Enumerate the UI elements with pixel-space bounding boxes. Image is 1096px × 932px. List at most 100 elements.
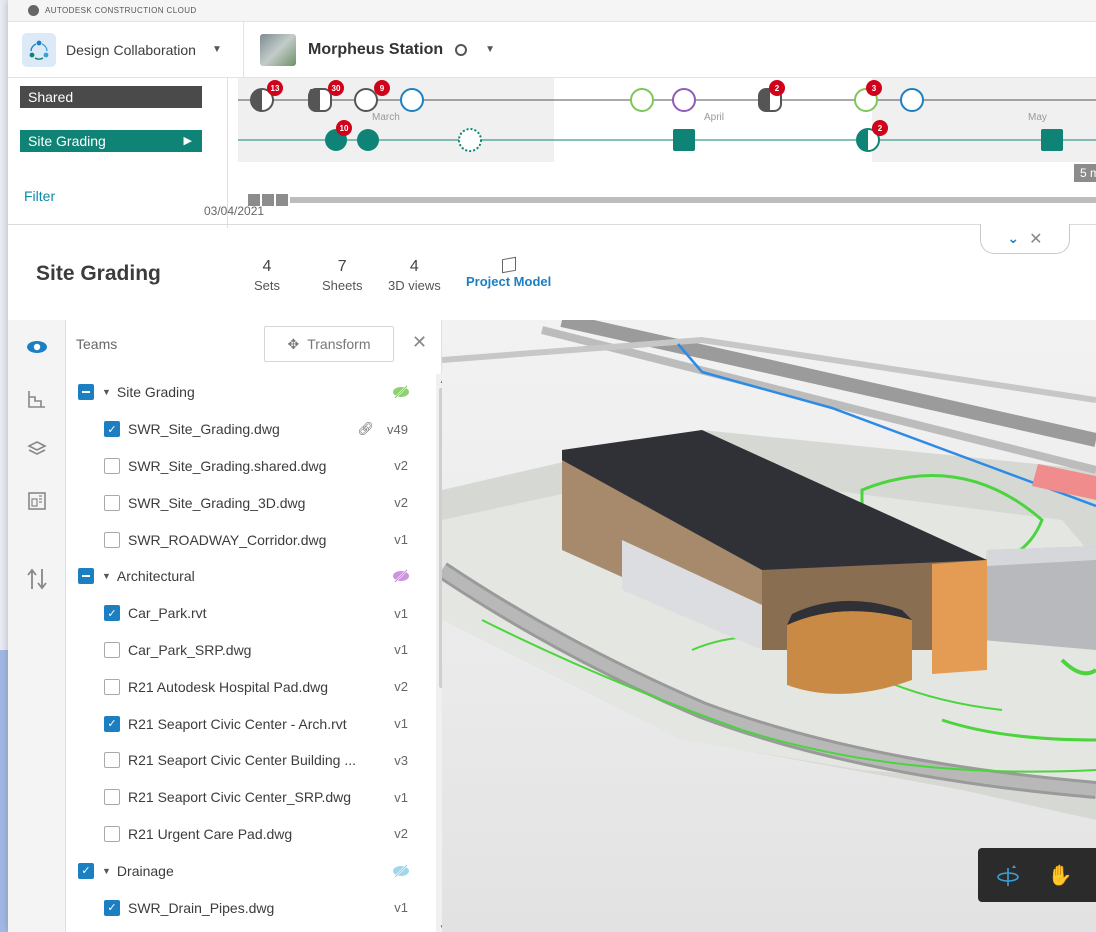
pause-button[interactable] [276,194,288,206]
group-name: Drainage [116,862,174,879]
shared-package-marker[interactable] [354,88,378,112]
project-name: Morpheus Station [308,40,444,58]
notification-badge: 13 [267,80,283,96]
visibility-off-icon[interactable] [392,567,410,585]
project-selector[interactable]: Morpheus Station ▼ [244,33,495,66]
close-icon[interactable]: ✕ [412,332,427,353]
model-viewport[interactable]: ✋ [442,320,1096,932]
stat-sets[interactable]: 4 Sets [254,258,280,293]
file-row[interactable]: R21 Autodesk Hospital Pad.dwg v2 [66,668,426,705]
filter-link[interactable]: Filter [24,188,55,204]
month-label: May [1028,112,1047,123]
timeline-track: March April May 13 30 9 2 3 10 2 [238,78,1096,206]
file-checkbox[interactable] [104,531,120,548]
file-version: v49 [387,421,408,437]
project-model-button[interactable]: Project Model [466,256,551,289]
navigation-toolbar: ✋ [978,848,1096,902]
timeline-row-label: Site Grading [28,133,106,149]
package-title: Site Grading [36,262,161,285]
file-row[interactable]: R21 Urgent Care Pad.dwg v2 [66,816,426,853]
file-checkbox[interactable]: ✓ [104,715,120,732]
file-row[interactable]: ✓ R21 Seaport Civic Center - Arch.rvt v1 [66,705,426,742]
shared-package-marker[interactable] [308,88,332,112]
grading-package-marker[interactable] [673,129,695,151]
timeline-row-labels: Shared Site Grading ▶ Filter [8,78,228,228]
expand-triangle-icon[interactable]: ▼ [102,571,111,581]
grading-package-marker[interactable] [1041,129,1063,151]
divider [8,224,1096,225]
file-checkbox[interactable] [104,678,120,695]
sheets-icon[interactable] [22,486,52,516]
visibility-off-icon[interactable] [392,862,410,880]
group-checkbox[interactable] [78,568,94,585]
brand-text: AUTODESK CONSTRUCTION CLOUD [45,6,197,15]
expand-triangle-icon[interactable]: ▼ [102,387,111,397]
file-checkbox[interactable] [104,457,120,474]
stairs-icon[interactable] [22,384,52,414]
file-checkbox[interactable]: ✓ [104,899,120,916]
file-version: v2 [394,826,408,842]
transform-button[interactable]: ✥ Transform [264,326,394,362]
file-checkbox[interactable] [104,494,120,511]
brand-bar: AUTODESK CONSTRUCTION CLOUD [8,0,1096,22]
file-row[interactable]: Car_Park_SRP.dwg v1 [66,632,426,669]
chevron-down-icon[interactable]: ⌄ [1007,230,1019,247]
shared-package-marker[interactable] [400,88,424,112]
file-row[interactable]: ✓ SWR_Drain_Pipes.dwg v1 [66,889,426,926]
file-checkbox[interactable] [104,789,120,806]
panel-title: Teams [76,336,118,352]
shared-package-marker[interactable] [672,88,696,112]
file-name: R21 Autodesk Hospital Pad.dwg [128,678,329,695]
file-row[interactable]: ✓ Car_Park.rvt v1 [66,595,426,632]
cube-icon [501,256,516,274]
grading-package-marker[interactable] [357,129,379,151]
file-version: v1 [394,605,408,621]
file-checkbox[interactable] [104,825,120,842]
shared-package-marker[interactable] [630,88,654,112]
compare-icon[interactable] [22,564,52,594]
pan-hand-icon[interactable]: ✋ [1046,861,1074,889]
file-checkbox[interactable]: ✓ [104,421,120,438]
file-row[interactable]: SWR_Site_Grading.shared.dwg v2 [66,448,426,485]
file-version: v2 [394,458,408,474]
file-name: SWR_ROADWAY_Corridor.dwg [128,531,327,548]
stat-3d-views[interactable]: 4 3D views [388,258,441,293]
timeline-row-site-grading[interactable]: Site Grading ▶ [20,130,202,152]
grading-package-marker[interactable] [458,128,482,152]
file-checkbox[interactable] [104,641,120,658]
notification-badge: 2 [872,120,888,136]
orbit-icon[interactable] [994,861,1022,889]
svg-text:3: 3 [872,84,877,93]
file-row[interactable]: R21 Seaport Civic Center Building ... v3 [66,742,426,779]
move-icon: ✥ [287,335,300,352]
file-name: Car_Park_SRP.dwg [128,641,252,658]
tree-group[interactable]: ✓ ▼ Drainage [66,852,426,889]
play-icon[interactable]: ▶ [184,130,192,152]
header: Design Collaboration ▼ Morpheus Station … [8,22,1096,78]
file-row[interactable]: SWR_Site_Grading_3D.dwg v2 [66,484,426,521]
close-icon[interactable]: ✕ [1029,229,1042,249]
file-name: SWR_Site_Grading.dwg [128,421,280,438]
file-row[interactable]: ✓ SWR_Site_Grading.dwg 🔗︎ v49 [66,411,426,448]
group-checkbox[interactable] [78,384,94,401]
timeline-row-shared[interactable]: Shared [20,86,202,108]
tree-group[interactable]: ▼ Architectural [66,558,426,595]
file-checkbox[interactable]: ✓ [104,605,120,622]
visibility-off-icon[interactable] [392,383,410,401]
eye-icon[interactable] [22,332,52,362]
timeline: Shared Site Grading ▶ Filter March April… [8,78,1096,228]
file-checkbox[interactable] [104,752,120,769]
file-row[interactable]: SWR_ROADWAY_Corridor.dwg v1 [66,521,426,558]
group-checkbox[interactable]: ✓ [78,862,94,879]
files-panel: Teams ✥ Transform ✕ ▼ Site Grading ✓ SWR_Si… [66,320,450,932]
chevron-down-icon: ▼ [211,44,222,55]
timeline-scrubber[interactable] [290,197,1096,203]
stat-sheets[interactable]: 7 Sheets [322,258,362,293]
tree-group[interactable]: ▼ Site Grading [66,374,426,411]
expand-triangle-icon[interactable]: ▼ [102,866,111,876]
shared-package-marker[interactable] [900,88,924,112]
zoom-level[interactable]: 5 m [1073,164,1096,182]
file-row[interactable]: R21 Seaport Civic Center_SRP.dwg v1 [66,779,426,816]
app-switcher[interactable]: Design Collaboration ▼ [8,22,244,77]
layers-icon[interactable] [22,434,52,464]
